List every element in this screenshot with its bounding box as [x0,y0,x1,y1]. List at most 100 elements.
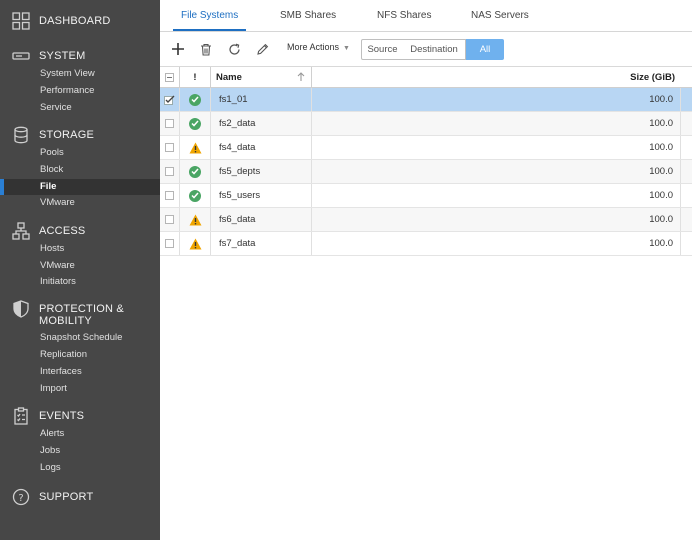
row-checkbox[interactable] [160,160,180,183]
refresh-icon [228,43,240,55]
row-name[interactable]: fs5_depts [211,160,312,183]
tab-file-systems[interactable]: File Systems [172,0,247,31]
row-checkbox[interactable] [160,232,180,255]
nav-section-events[interactable]: EVENTS [12,407,84,425]
sidebar-item-alerts[interactable]: Alerts [0,426,160,442]
status-ok-icon [189,117,201,130]
row-status [180,136,211,159]
row-size: 100.0 [312,112,681,135]
checkbox-empty-icon [165,167,174,176]
warning-icon [189,238,201,249]
header-status[interactable]: ! [180,67,211,87]
sidebar-item-vmware-storage[interactable]: VMware [0,195,160,211]
row-name[interactable]: fs6_data [211,208,312,231]
filter-destination[interactable]: Destination [403,39,466,60]
chevron-down-icon: ▼ [343,45,350,52]
sidebar-item-jobs[interactable]: Jobs [0,443,160,459]
sidebar-item-hosts[interactable]: Hosts [0,241,160,257]
status-ok-icon [189,93,201,106]
table-row[interactable]: fs2_data 100.0 [160,112,692,136]
sidebar-item-logs[interactable]: Logs [0,460,160,476]
table-row[interactable]: fs5_users 100.0 [160,184,692,208]
row-name-text: fs7_data [219,238,256,249]
nav-support-label: SUPPORT [39,491,94,503]
filter-all[interactable]: All [466,39,504,60]
nav-section-storage[interactable]: STORAGE [12,126,94,144]
checkmark-icon [164,95,175,105]
row-name-text: fs1_01 [219,94,248,105]
table-row[interactable]: fs4_data 100.0 [160,136,692,160]
nav-section-access[interactable]: ACCESS [12,222,85,240]
server-icon [12,47,30,65]
row-size: 100.0 [312,184,681,207]
nav-section-protection[interactable]: PROTECTION & MOBILITY [12,300,124,327]
header-size[interactable]: Size (GiB) [312,67,679,87]
row-name-text: fs6_data [219,214,256,225]
sidebar-item-system-view[interactable]: System View [0,66,160,82]
help-icon: ? [12,488,30,506]
tab-smb-shares[interactable]: SMB Shares [280,0,336,31]
nav-dashboard-label: DASHBOARD [39,15,111,27]
sidebar-item-file[interactable]: File [0,179,160,195]
status-ok-icon [189,189,201,202]
shield-icon [12,300,30,318]
sidebar-item-block[interactable]: Block [0,162,160,178]
clipboard-icon [12,407,30,425]
filter-source[interactable]: Source [361,39,404,60]
table-row[interactable]: fs1_01 100.0 [160,88,692,112]
row-checkbox[interactable] [160,136,180,159]
sidebar-item-performance[interactable]: Performance [0,83,160,99]
checkbox-partial-icon [165,72,174,82]
row-name[interactable]: fs2_data [211,112,312,135]
sidebar-item-replication[interactable]: Replication [0,347,160,363]
sidebar-item-vmware-access[interactable]: VMware [0,258,160,274]
tab-nas-servers[interactable]: NAS Servers [471,0,529,31]
row-name[interactable]: fs1_01 [211,88,312,111]
sidebar-item-interfaces[interactable]: Interfaces [0,364,160,380]
nav-dashboard[interactable]: DASHBOARD [12,12,110,30]
row-name[interactable]: fs4_data [211,136,312,159]
nav-section-storage-label: STORAGE [39,129,94,141]
edit-button[interactable] [253,40,271,58]
row-status [180,112,211,135]
nav-section-access-label: ACCESS [39,225,86,237]
row-size-text: 100.0 [649,118,673,129]
sidebar-item-snapshot-schedule[interactable]: Snapshot Schedule [0,330,160,346]
sidebar-item-import[interactable]: Import [0,381,160,397]
more-actions-dropdown[interactable]: More Actions ▼ [287,42,350,52]
add-button[interactable] [169,40,187,58]
row-checkbox[interactable] [160,184,180,207]
table-row[interactable]: fs5_depts 100.0 [160,160,692,184]
sidebar-item-service[interactable]: Service [0,100,160,116]
select-all-checkbox[interactable] [160,67,180,87]
status-ok-icon [189,165,201,178]
tab-nfs-shares[interactable]: NFS Shares [377,0,431,31]
refresh-button[interactable] [225,40,243,58]
svg-text:?: ? [18,493,23,504]
row-size-text: 100.0 [649,190,673,201]
row-checkbox[interactable] [160,208,180,231]
row-name-text: fs5_depts [219,166,261,177]
row-status [180,184,211,207]
row-name[interactable]: fs5_users [211,184,312,207]
row-size-text: 100.0 [649,214,673,225]
nav-section-system[interactable]: SYSTEM [12,47,85,65]
header-name[interactable]: Name [211,67,312,87]
delete-button[interactable] [197,40,215,58]
table-row[interactable]: fs7_data 100.0 [160,232,692,256]
row-size-text: 100.0 [649,94,673,105]
sidebar-item-initiators[interactable]: Initiators [0,274,160,290]
nav-section-protection-label: PROTECTION & MOBILITY [39,300,124,327]
nav-support[interactable]: ? SUPPORT [12,488,93,506]
sort-up-arrow-icon [297,72,305,81]
nav-section-system-label: SYSTEM [39,50,86,62]
row-checkbox[interactable] [160,88,180,111]
table-row[interactable]: fs6_data 100.0 [160,208,692,232]
checkbox-empty-icon [165,119,174,128]
trash-icon [201,43,211,56]
sidebar-item-pools[interactable]: Pools [0,145,160,161]
row-size: 100.0 [312,136,681,159]
tab-bar: File Systems SMB Shares NFS Shares NAS S… [160,0,692,32]
row-name[interactable]: fs7_data [211,232,312,255]
row-checkbox[interactable] [160,112,180,135]
